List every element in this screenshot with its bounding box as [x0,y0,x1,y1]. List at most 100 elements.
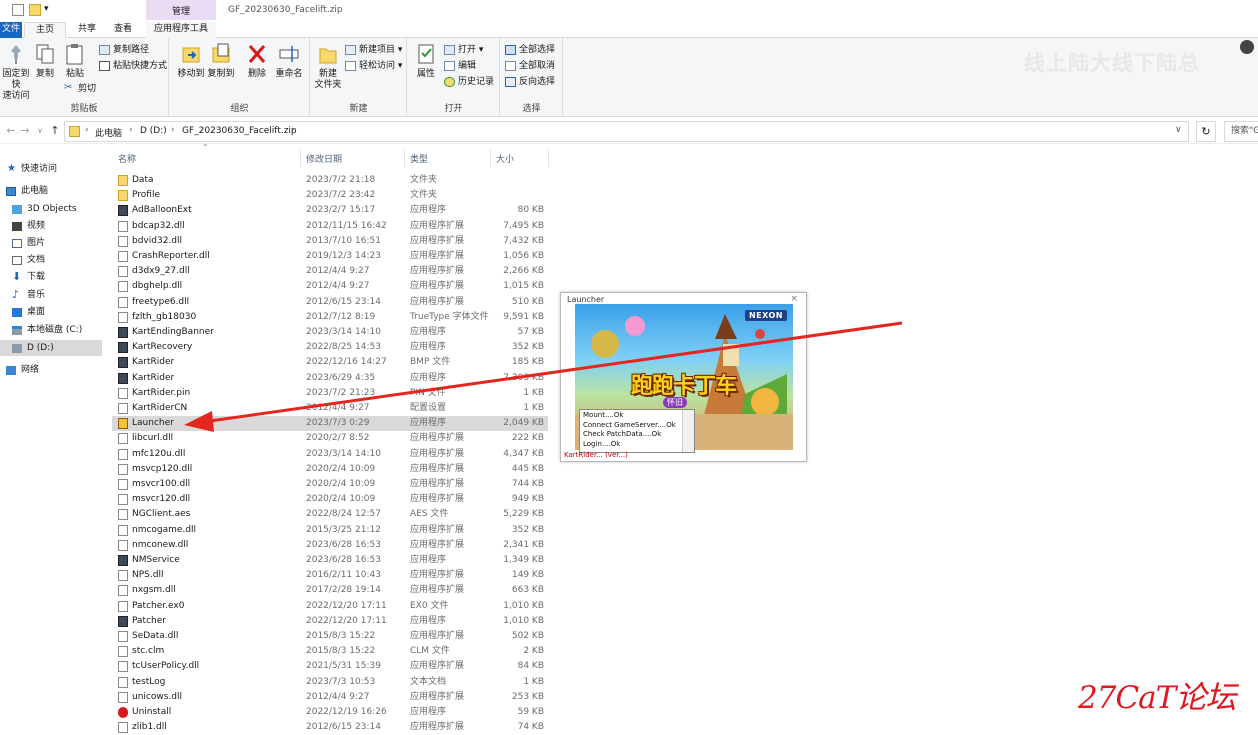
rename-button[interactable]: 重命名 [272,42,306,80]
properties-quick-icon[interactable] [12,4,24,16]
file-row[interactable]: SeData.dll 2015/8/3 15:22 应用程序扩展 502 KB [112,629,548,644]
file-row[interactable]: KartRider.pin 2023/7/2 21:23 PIN 文件 1 KB [112,386,548,401]
refresh-button[interactable]: ↻ [1196,121,1216,142]
nav-item-this-pc[interactable]: 此电脑 [0,183,102,199]
up-icon[interactable]: ↑ [48,123,62,139]
move-to-button[interactable]: 移动到 [176,42,206,80]
ribbon-collapse-icon[interactable] [1240,40,1254,54]
easy-access-button[interactable]: 轻松访问 ▾ [345,59,402,73]
close-icon[interactable]: × [790,294,798,304]
file-row[interactable]: tcUserPolicy.dll 2021/5/31 15:39 应用程序扩展 84 … [112,659,548,674]
file-row[interactable]: KartEndingBanner 2023/3/14 14:10 应用程序 57 KB [112,325,548,340]
copy-path-button[interactable]: 复制路径 [99,43,149,57]
file-row[interactable]: KartRiderCN 2012/4/4 9:27 配置设置 1 KB [112,401,548,416]
copy-to-button[interactable]: 复制到 [206,42,236,80]
nav-item-music[interactable]: ♪ 音乐 [0,287,102,303]
file-row[interactable]: msvcp120.dll 2020/2/4 10:09 应用程序扩展 445 KB [112,462,548,477]
back-icon[interactable]: ← [4,123,18,139]
address-bar[interactable]: › 此电脑 › D (D:) › GF_20230630_Facelift.zi… [64,121,1189,142]
history-button[interactable]: 历史记录 [444,75,494,89]
open-button[interactable]: 打开 ▾ [444,43,483,57]
address-dropdown-icon[interactable]: ∨ [1175,125,1182,135]
customize-quick-access-icon[interactable]: ▾ [44,4,49,14]
nav-item-documents[interactable]: 文档 [0,252,102,268]
nav-item-drive-d[interactable]: D (D:) [0,340,102,356]
nav-item-desktop[interactable]: 桌面 [0,304,102,320]
file-row[interactable]: mfc120u.dll 2023/3/14 14:10 应用程序扩展 4,347 KB [112,447,548,462]
file-row[interactable]: Patcher 2022/12/20 17:11 应用程序 1,010 KB [112,614,548,629]
file-row[interactable]: zlib1.dll 2012/6/15 23:14 应用程序扩展 74 KB [112,720,548,735]
properties-button[interactable]: 属性 [412,42,440,80]
column-header-type[interactable]: 类型 [410,152,428,165]
nav-item-quick-access[interactable]: ★ 快速访问 [0,161,102,177]
breadcrumb-zip[interactable]: GF_20230630_Facelift.zip [182,126,297,136]
tab-share[interactable]: 共享 [72,22,102,38]
file-row[interactable]: testLog 2023/7/3 10:53 文本文档 1 KB [112,675,548,690]
file-row[interactable]: Launcher 2023/7/3 0:29 应用程序 2,049 KB [112,416,548,432]
select-none-button[interactable]: 全部取消 [505,59,555,73]
tab-view[interactable]: 查看 [108,22,138,38]
file-row[interactable]: stc.clm 2015/8/3 15:22 CLM 文件 2 KB [112,644,548,659]
pin-to-quick-access-button[interactable]: 固定到快 速访问 [0,42,32,102]
column-divider[interactable] [490,149,491,167]
tab-home[interactable]: 主页 [24,22,66,38]
edit-button[interactable]: 编辑 [444,59,476,73]
nav-item-drive-c[interactable]: 本地磁盘 (C:) [0,322,102,338]
tab-file[interactable]: 文件 [0,22,22,38]
log-scrollbar[interactable] [682,410,694,452]
file-row[interactable]: KartRecovery 2022/8/25 14:53 应用程序 352 KB [112,340,548,355]
breadcrumb-this-pc[interactable]: 此电脑 [95,126,122,139]
column-divider[interactable] [300,149,301,167]
file-row[interactable]: d3dx9_27.dll 2012/4/4 9:27 应用程序扩展 2,266 KB [112,264,548,279]
file-row[interactable]: fzlth_gb18030 2012/7/12 8:19 TrueType 字体文件… [112,310,548,325]
select-all-button[interactable]: 全部选择 [505,43,555,57]
file-row[interactable]: dbghelp.dll 2012/4/4 9:27 应用程序扩展 1,015 KB [112,279,548,294]
nav-item-pictures[interactable]: 图片 [0,235,102,251]
file-row[interactable]: KartRider 2022/12/16 14:27 BMP 文件 185 KB [112,355,548,370]
column-header-name[interactable]: 名称 [118,152,136,165]
recent-locations-icon[interactable]: ∨ [33,123,47,139]
nav-item-videos[interactable]: 视频 [0,218,102,234]
file-row[interactable]: unicows.dll 2012/4/4 9:27 应用程序扩展 253 KB [112,690,548,705]
new-item-button[interactable]: 新建项目 ▾ [345,43,402,57]
new-folder-quick-icon[interactable] [29,4,41,16]
copy-button[interactable]: 复制 [32,42,58,80]
column-divider[interactable] [548,149,549,167]
file-row[interactable]: nmconew.dll 2023/6/28 16:53 应用程序扩展 2,341 KB [112,538,548,553]
file-row[interactable]: Profile 2023/7/2 23:42 文件夹 [112,188,548,203]
file-row[interactable]: bdvid32.dll 2013/7/10 16:51 应用程序扩展 7,432 KB [112,234,548,249]
column-header-size[interactable]: 大小 [496,152,514,165]
file-row[interactable]: NGClient.aes 2022/8/24 12:57 AES 文件 5,229 K… [112,507,548,522]
file-row[interactable]: Data 2023/7/2 21:18 文件夹 [112,173,548,188]
search-input[interactable]: 搜索"GF [1224,121,1258,142]
column-divider[interactable] [404,149,405,167]
launcher-window[interactable]: Launcher × NEXON 跑跑卡丁车 怀旧 Mount....Ok Co… [560,292,807,462]
file-row[interactable]: msvcr100.dll 2020/2/4 10:09 应用程序扩展 744 KB [112,477,548,492]
nav-item-network[interactable]: 网络 [0,362,102,378]
file-row[interactable]: NMService 2023/6/28 16:53 应用程序 1,349 KB [112,553,548,568]
breadcrumb-drive-d[interactable]: D (D:) [140,126,167,136]
file-row[interactable]: AdBalloonExt 2023/2/7 15:17 应用程序 80 KB [112,203,548,218]
file-row[interactable]: nmcogame.dll 2015/3/25 21:12 应用程序扩展 352 KB [112,523,548,538]
file-row[interactable]: nxgsm.dll 2017/2/28 19:14 应用程序扩展 663 KB [112,583,548,598]
file-row[interactable]: NPS.dll 2016/2/11 10:43 应用程序扩展 149 KB [112,568,548,583]
file-row[interactable]: msvcr120.dll 2020/2/4 10:09 应用程序扩展 949 KB [112,492,548,507]
file-row[interactable]: libcurl.dll 2020/2/7 8:52 应用程序扩展 222 KB [112,431,548,446]
file-row[interactable]: freetype6.dll 2012/6/15 23:14 应用程序扩展 510 KB [112,295,548,310]
forward-icon[interactable]: → [18,123,32,139]
tab-application-tools[interactable]: 应用程序工具 [146,22,216,38]
file-row[interactable]: KartRider 2023/6/29 4:35 应用程序 7,303 KB [112,371,548,386]
file-row[interactable]: bdcap32.dll 2012/11/15 16:42 应用程序扩展 7,495 K… [112,219,548,234]
nav-item-3d-objects[interactable]: 3D Objects [0,201,102,217]
manage-tab[interactable]: 管理 [146,0,216,20]
column-header-date[interactable]: 修改日期 [306,152,342,165]
file-row[interactable]: Uninstall 2022/12/19 16:26 应用程序 59 KB [112,705,548,720]
invert-selection-button[interactable]: 反向选择 [505,75,555,89]
paste-shortcut-button[interactable]: 粘贴快捷方式 [99,59,167,73]
cut-button[interactable]: ✂ 剪切 [64,82,96,96]
delete-button[interactable]: 删除 [244,42,270,80]
nav-item-downloads[interactable]: ⬇ 下载 [0,269,102,285]
file-row[interactable]: Patcher.ex0 2022/12/20 17:11 EX0 文件 1,010 K… [112,599,548,614]
file-row[interactable]: CrashReporter.dll 2019/12/3 14:23 应用程序扩展 1,… [112,249,548,264]
paste-button[interactable]: 粘贴 [60,42,90,80]
